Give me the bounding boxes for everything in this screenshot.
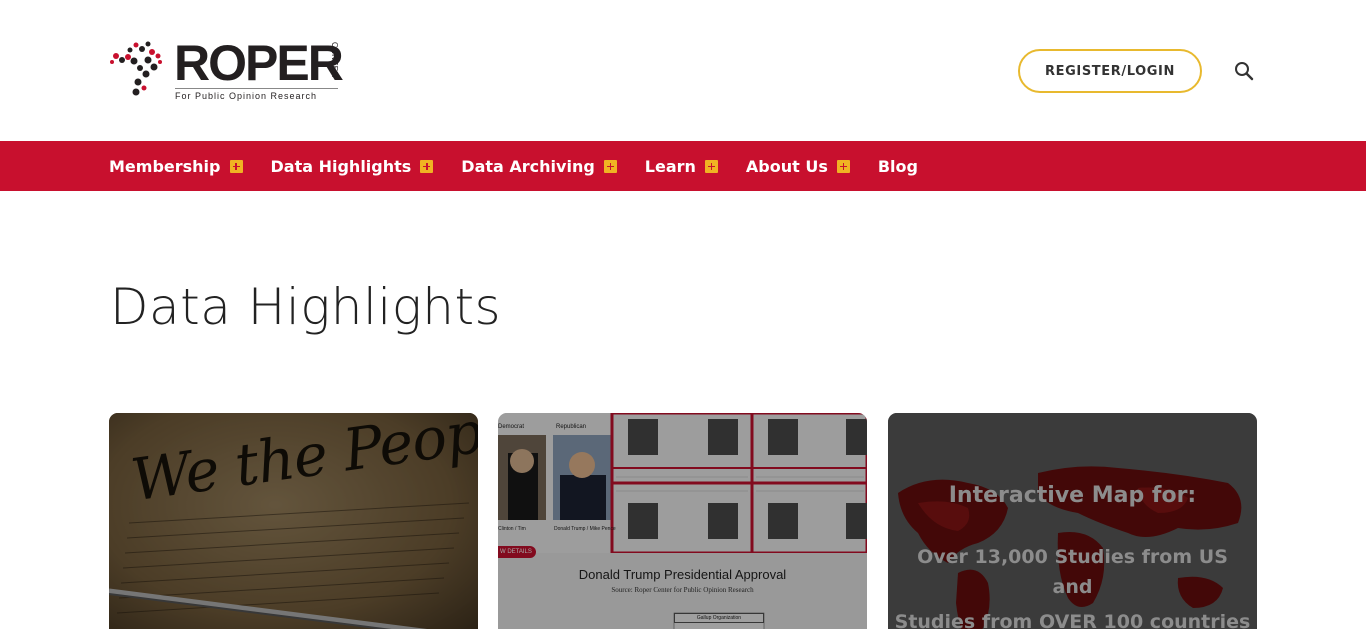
nav-list: Membership Data Highlights Data Archivin… [109, 141, 946, 191]
nav-item-data-highlights[interactable]: Data Highlights [271, 157, 434, 176]
nav-item-label[interactable]: Learn [645, 157, 696, 176]
card-overlay [109, 413, 478, 629]
nav-item-label[interactable]: Membership [109, 157, 221, 176]
logo-tagline: For Public Opinion Research [175, 91, 318, 101]
search-icon[interactable] [1232, 59, 1256, 83]
expand-plus-icon[interactable] [420, 159, 434, 173]
expand-plus-icon[interactable] [603, 159, 617, 173]
highlight-card-presidential-approval[interactable]: Democrat Republican Clinton / Tim Donald… [498, 413, 867, 629]
map-card-title: Interactive Map for: [948, 483, 1197, 508]
map-card-line-1: Over 13,000 Studies from US [917, 546, 1228, 568]
expand-plus-icon[interactable] [229, 159, 243, 173]
nav-item-label[interactable]: Blog [878, 157, 918, 176]
site-header: ROPER CENTER For Public Opinion Research… [0, 0, 1366, 141]
nav-item-membership[interactable]: Membership [109, 157, 243, 176]
map-card-line-2: and [1052, 576, 1093, 598]
nav-item-label[interactable]: Data Highlights [271, 157, 412, 176]
expand-plus-icon[interactable] [704, 159, 718, 173]
nav-item-label[interactable]: Data Archiving [461, 157, 594, 176]
highlight-card-constitution[interactable]: We the People [109, 413, 478, 629]
nav-item-label[interactable]: About Us [746, 157, 828, 176]
logo-wordmark: ROPER [174, 35, 344, 91]
logo-divider [175, 88, 338, 89]
logo-center-text: CENTER [330, 42, 339, 78]
card-overlay [498, 413, 867, 629]
logo-dots-icon [110, 41, 162, 96]
expand-plus-icon[interactable] [836, 159, 850, 173]
nav-item-learn[interactable]: Learn [645, 157, 718, 176]
roper-logo[interactable]: ROPER CENTER For Public Opinion Research [108, 38, 348, 102]
highlight-card-interactive-map[interactable]: Interactive Map for: Over 13,000 Studies… [888, 413, 1257, 629]
main-nav: Membership Data Highlights Data Archivin… [0, 141, 1366, 191]
nav-item-about-us[interactable]: About Us [746, 157, 850, 176]
nav-item-data-archiving[interactable]: Data Archiving [461, 157, 617, 176]
map-card-line-3: Studies from OVER 100 countries [894, 611, 1251, 629]
register-login-button[interactable]: REGISTER/LOGIN [1018, 49, 1202, 93]
nav-item-blog[interactable]: Blog [878, 157, 918, 176]
page-title: Data Highlights [110, 278, 502, 336]
